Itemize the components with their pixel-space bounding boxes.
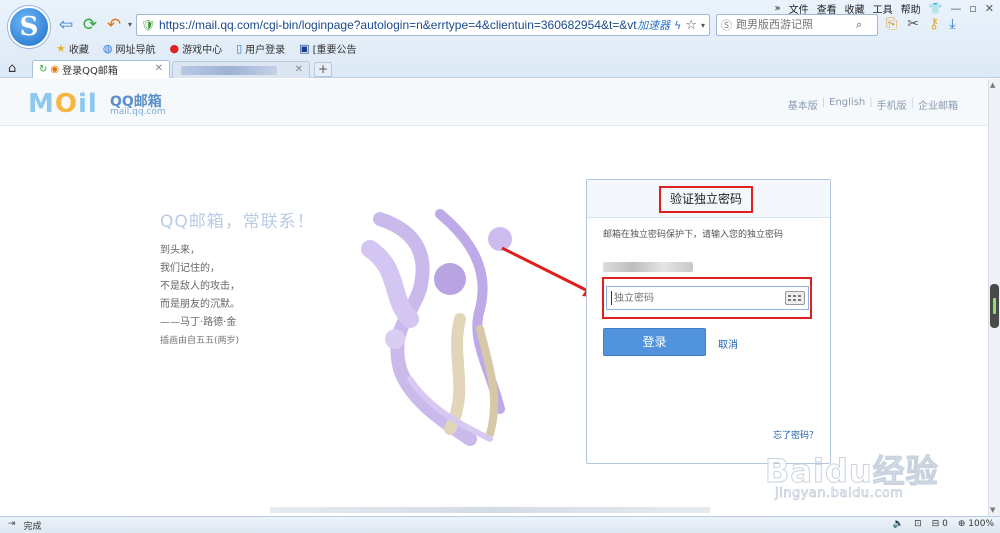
url-text[interactable]: https://mail.qq.com/cgi-bin/loginpage?au… (159, 18, 637, 32)
tab-close-icon[interactable]: ✕ (155, 63, 163, 74)
search-engine-icon[interactable]: Ⓢ (721, 17, 732, 33)
cancel-link[interactable]: 取消 (718, 336, 738, 351)
speaker-icon[interactable]: 🔈 (893, 519, 904, 529)
bookmark-nav[interactable]: ◍ 网址导航 (103, 41, 156, 56)
tab-blurred[interactable]: ✕ (172, 61, 310, 78)
zoom-icon: ⊕ (957, 519, 966, 529)
link-mobile[interactable]: 手机版 (877, 97, 907, 112)
logo-domain-text: mail.qq.com (110, 107, 166, 117)
bookmark-notice[interactable]: ▣ [重要公告 (299, 41, 356, 56)
browser-chrome: S ⇦ ⟳ ↶ ▾ » 文件 查看 收藏 工具 帮助 👕 — ▫ ✕ 🛡 htt… (0, 0, 1000, 78)
keyboard-icon[interactable] (785, 291, 805, 305)
paw-icon: ▣ (299, 41, 310, 55)
search-input[interactable] (736, 19, 856, 31)
vertical-scrollbar[interactable]: ▲ ▼ (988, 79, 1000, 516)
camera-icon[interactable]: ⊡ (914, 519, 922, 529)
globe-icon: ◍ (102, 41, 113, 55)
password-input[interactable] (611, 291, 781, 305)
star-icon: ★ (56, 41, 66, 55)
login-button[interactable]: 登录 (603, 328, 706, 356)
key-icon[interactable]: ⚷ (929, 16, 939, 32)
game-icon: ● (169, 41, 180, 55)
blurred-account (603, 262, 693, 272)
login-panel-header: 验证独立密码 (587, 180, 830, 218)
mail-logo[interactable]: MOil (28, 89, 98, 119)
sidebar-toggle-icon[interactable]: ⇥ (8, 519, 16, 532)
right-toolbar: ⎘ ✂ ⚷ ⤓ (886, 16, 955, 32)
page-icon: ▯ (236, 41, 243, 55)
watermark-sub: jingyan.baidu.com (775, 486, 904, 502)
page-header: MOil QQ邮箱 mail.qq.com 基本版 | English | 手机版 |… (0, 79, 988, 126)
scissors-icon[interactable]: ✂ (907, 16, 919, 32)
status-text: 完成 (23, 522, 42, 532)
bookmark-bar: ★ 收藏 ◍ 网址导航 ● 游戏中心 ▯ 用户登录 ▣ [重要公告 (56, 40, 356, 56)
lightning-icon[interactable]: ϟ (674, 19, 681, 32)
bookmark-games[interactable]: ● 游戏中心 (169, 41, 222, 56)
link-english[interactable]: English (829, 97, 865, 112)
close-window-icon[interactable]: ✕ (985, 2, 994, 15)
refresh-icon[interactable]: ⟳ (80, 15, 100, 35)
slogan: QQ邮箱，常联系！ (160, 212, 315, 232)
secure-shield-icon[interactable]: 🛡 (141, 19, 155, 32)
accelerator-label[interactable]: 加速器 (637, 17, 670, 33)
favicon-icon: ◉ (50, 64, 60, 75)
link-enterprise[interactable]: 企业邮箱 (918, 97, 958, 112)
skin-icon[interactable]: 👕 (929, 2, 943, 15)
bookmark-login[interactable]: ▯ 用户登录 (236, 41, 285, 56)
menu-bar: » 文件 查看 收藏 工具 帮助 👕 — ▫ ✕ (774, 1, 994, 16)
baidu-watermark: Baidu经验 jingyan.baidu.com (755, 420, 955, 520)
star-icon[interactable]: ☆ (685, 18, 697, 33)
illustration-credit: 插画由自五五(两岁) (160, 336, 240, 346)
refresh-small-icon: ↻ (39, 64, 48, 75)
download-icon[interactable]: ⤓ (949, 16, 955, 32)
login-title: 验证独立密码 (659, 186, 753, 213)
tab-qq-mail-login[interactable]: ↻ ◉ 登录QQ邮箱 ✕ (32, 60, 170, 78)
minimize-icon[interactable]: — (950, 2, 961, 15)
new-tab-button[interactable]: + (314, 62, 332, 77)
screenshot-icon[interactable]: ⎘ (886, 16, 897, 32)
address-bar[interactable]: 🛡 https://mail.qq.com/cgi-bin/loginpage?… (136, 14, 710, 36)
status-left: ⇥ 完成 (8, 519, 42, 532)
poem-line: 而是朋友的沉默。 (160, 299, 240, 310)
zoom-control[interactable]: ⊕ 100% (958, 519, 994, 529)
password-field[interactable] (606, 286, 809, 310)
tab-row: ⌂ ↻ ◉ 登录QQ邮箱 ✕ ✕ + (0, 59, 1000, 78)
sogou-browser-logo[interactable]: S (8, 6, 50, 48)
download-count-icon: ⊟ (931, 519, 940, 529)
menu-more[interactable]: » (774, 3, 780, 14)
restore-icon[interactable]: ▫ (969, 2, 976, 15)
bookmark-favorites[interactable]: ★ 收藏 (56, 41, 89, 56)
scroll-grip (993, 298, 996, 314)
link-basic[interactable]: 基本版 (788, 97, 818, 112)
poem-line: 到头来， (160, 245, 200, 256)
scroll-up-icon[interactable]: ▲ (990, 81, 995, 89)
login-hint: 邮箱在独立密码保护下，请输入您的独立密码 (603, 230, 784, 240)
tab-close-icon[interactable]: ✕ (295, 64, 303, 75)
poem-line: 不是敌人的攻击， (160, 281, 240, 292)
header-links: 基本版 | English | 手机版 | 企业邮箱 (787, 97, 958, 112)
menu-help[interactable]: 帮助 (901, 1, 921, 16)
scroll-thumb[interactable] (990, 284, 999, 328)
search-box[interactable]: Ⓢ ⌕ (716, 14, 878, 36)
poem-author: ——马丁·路德·金 (160, 317, 237, 328)
scroll-down-icon[interactable]: ▼ (990, 506, 995, 514)
home-icon[interactable]: ⌂ (8, 61, 16, 76)
poem-line: 我们记住的， (160, 263, 220, 274)
search-icon[interactable]: ⌕ (856, 18, 862, 32)
download-status[interactable]: ⊟ 0 (932, 519, 948, 529)
footer-links-blurred (270, 507, 710, 513)
address-dropdown-icon[interactable]: ▾ (701, 21, 705, 30)
status-right: 🔈 ⊡ ⊟ 0 ⊕ 100% (893, 519, 994, 529)
back-arrow-icon[interactable]: ⇦ (56, 15, 76, 35)
blurred-tab-title (181, 66, 277, 75)
